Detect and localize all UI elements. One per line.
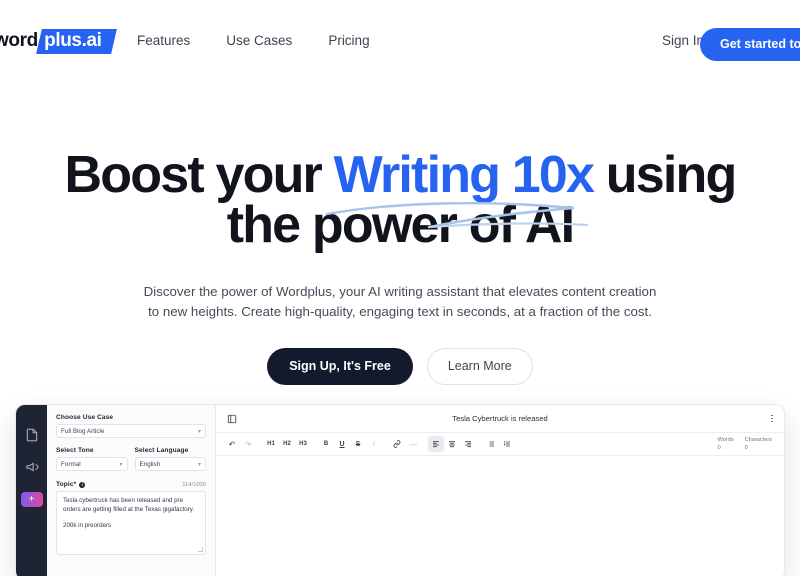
use-case-label: Choose Use Case — [56, 414, 114, 421]
hero-section: Boost your Writing 10x using the power o… — [0, 149, 800, 385]
topic-label-group: Topic* i — [56, 481, 86, 488]
topic-header: Topic* i 114/1000 — [56, 481, 206, 488]
heading-3-button[interactable]: H3 — [295, 436, 311, 452]
info-icon[interactable]: i — [79, 481, 86, 488]
strikethrough-button[interactable]: S — [350, 436, 366, 452]
generator-form-panel: Choose Use Case Full Blog Article ▾ Sele… — [47, 405, 216, 576]
editor-header: Tesla Cybertruck is released — [216, 405, 784, 433]
heading-1-button[interactable]: H1 — [263, 436, 279, 452]
bullet-list-button[interactable] — [483, 436, 499, 452]
italic-button[interactable]: I — [366, 436, 382, 452]
topic-input[interactable]: Tesla cybertruck has been released and p… — [56, 491, 206, 555]
landing-page: word plus.ai Features Use Cases Pricing … — [0, 0, 800, 576]
redo-button[interactable]: ↷ — [240, 436, 256, 452]
editor-toolbar: ↶ ↷ H1 H2 H3 B U S I — Words 0 Character… — [216, 433, 784, 456]
tone-select[interactable]: Formal ▾ — [56, 457, 128, 471]
language-select[interactable]: English ▾ — [134, 457, 206, 471]
characters-label: Characters — [744, 437, 772, 443]
numbered-list-button[interactable] — [499, 436, 515, 452]
align-center-button[interactable] — [444, 436, 460, 452]
megaphone-icon[interactable] — [25, 460, 39, 474]
headline-highlight: Writing 10x — [333, 146, 595, 204]
kebab-menu-icon[interactable] — [771, 414, 773, 423]
sign-up-button[interactable]: Sign Up, It's Free — [267, 348, 413, 385]
logo-badge: plus.ai — [35, 28, 118, 54]
characters-counter: Characters 0 — [745, 437, 772, 451]
words-value: 0 — [717, 445, 721, 451]
nav-item-use-cases[interactable]: Use Cases — [226, 33, 292, 48]
align-left-button[interactable] — [428, 436, 444, 452]
headline-part-2: using — [593, 146, 737, 204]
headline-line-2: the power of AI — [226, 196, 575, 254]
topic-text-paragraph-2: 200k in preorders — [63, 522, 112, 530]
bold-button[interactable]: B — [318, 436, 334, 452]
nav-item-features[interactable]: Features — [137, 33, 190, 48]
resize-handle[interactable] — [198, 547, 203, 552]
language-value: English — [139, 460, 161, 468]
tone-label: Select Tone — [56, 447, 94, 454]
underline-button[interactable]: U — [334, 436, 350, 452]
undo-button[interactable]: ↶ — [224, 436, 240, 452]
document-title[interactable]: Tesla Cybertruck is released — [216, 414, 784, 423]
tone-field: Select Tone Formal ▾ — [56, 447, 128, 471]
page-title: Boost your Writing 10x using the power o… — [0, 149, 800, 251]
chevron-down-icon: ▾ — [197, 461, 201, 468]
tone-language-row: Select Tone Formal ▾ Select Language Eng… — [56, 447, 206, 471]
topic-label: Topic* — [56, 481, 77, 488]
language-field: Select Language English ▾ — [134, 447, 206, 471]
editor-content-area[interactable] — [216, 456, 784, 576]
words-label: Words — [717, 437, 734, 443]
main-nav: Features Use Cases Pricing — [137, 33, 370, 48]
characters-value: 0 — [744, 445, 748, 451]
logo-badge-text: plus.ai — [43, 29, 102, 51]
topic-text-paragraph-1: Tesla cybertruck has been released and p… — [63, 497, 195, 513]
document-icon[interactable] — [25, 428, 39, 442]
language-label: Select Language — [134, 447, 189, 454]
site-header: word plus.ai Features Use Cases Pricing … — [0, 0, 800, 82]
logo-word-text: word — [0, 30, 38, 51]
chevron-down-icon: ▾ — [197, 428, 201, 435]
topic-character-counter: 114/1000 — [182, 481, 206, 488]
link-icon[interactable] — [389, 436, 405, 452]
heading-2-button[interactable]: H2 — [279, 436, 295, 452]
nav-item-pricing[interactable]: Pricing — [328, 33, 369, 48]
use-case-select[interactable]: Full Blog Article ▾ — [56, 424, 206, 438]
word-count-group: Words 0 Characters 0 — [718, 437, 776, 451]
app-sidebar-rail: + — [16, 405, 47, 576]
sign-in-link[interactable]: Sign In — [662, 33, 704, 48]
add-new-button[interactable]: + — [20, 492, 43, 507]
editor-panel: Tesla Cybertruck is released ↶ ↷ H1 H2 H… — [216, 405, 784, 576]
app-preview: + Choose Use Case Full Blog Article ▾ Se… — [16, 405, 784, 576]
subtitle-line-1: Discover the power of Wordplus, your AI … — [143, 284, 657, 299]
words-counter: Words 0 — [718, 437, 734, 451]
hero-cta-row: Sign Up, It's Free Learn More — [0, 348, 800, 385]
get-started-button[interactable]: Get started today — [700, 28, 800, 61]
chevron-down-icon: ▾ — [119, 461, 123, 468]
hero-subtitle: Discover the power of Wordplus, your AI … — [0, 282, 800, 322]
learn-more-button[interactable]: Learn More — [426, 348, 533, 385]
use-case-value: Full Blog Article — [61, 427, 105, 435]
align-right-button[interactable] — [460, 436, 476, 452]
tone-value: Formal — [61, 460, 81, 468]
subtitle-line-2: to new heights. Create high-quality, eng… — [148, 304, 652, 319]
logo[interactable]: word plus.ai — [0, 28, 118, 54]
horizontal-rule-button[interactable]: — — [405, 436, 421, 452]
